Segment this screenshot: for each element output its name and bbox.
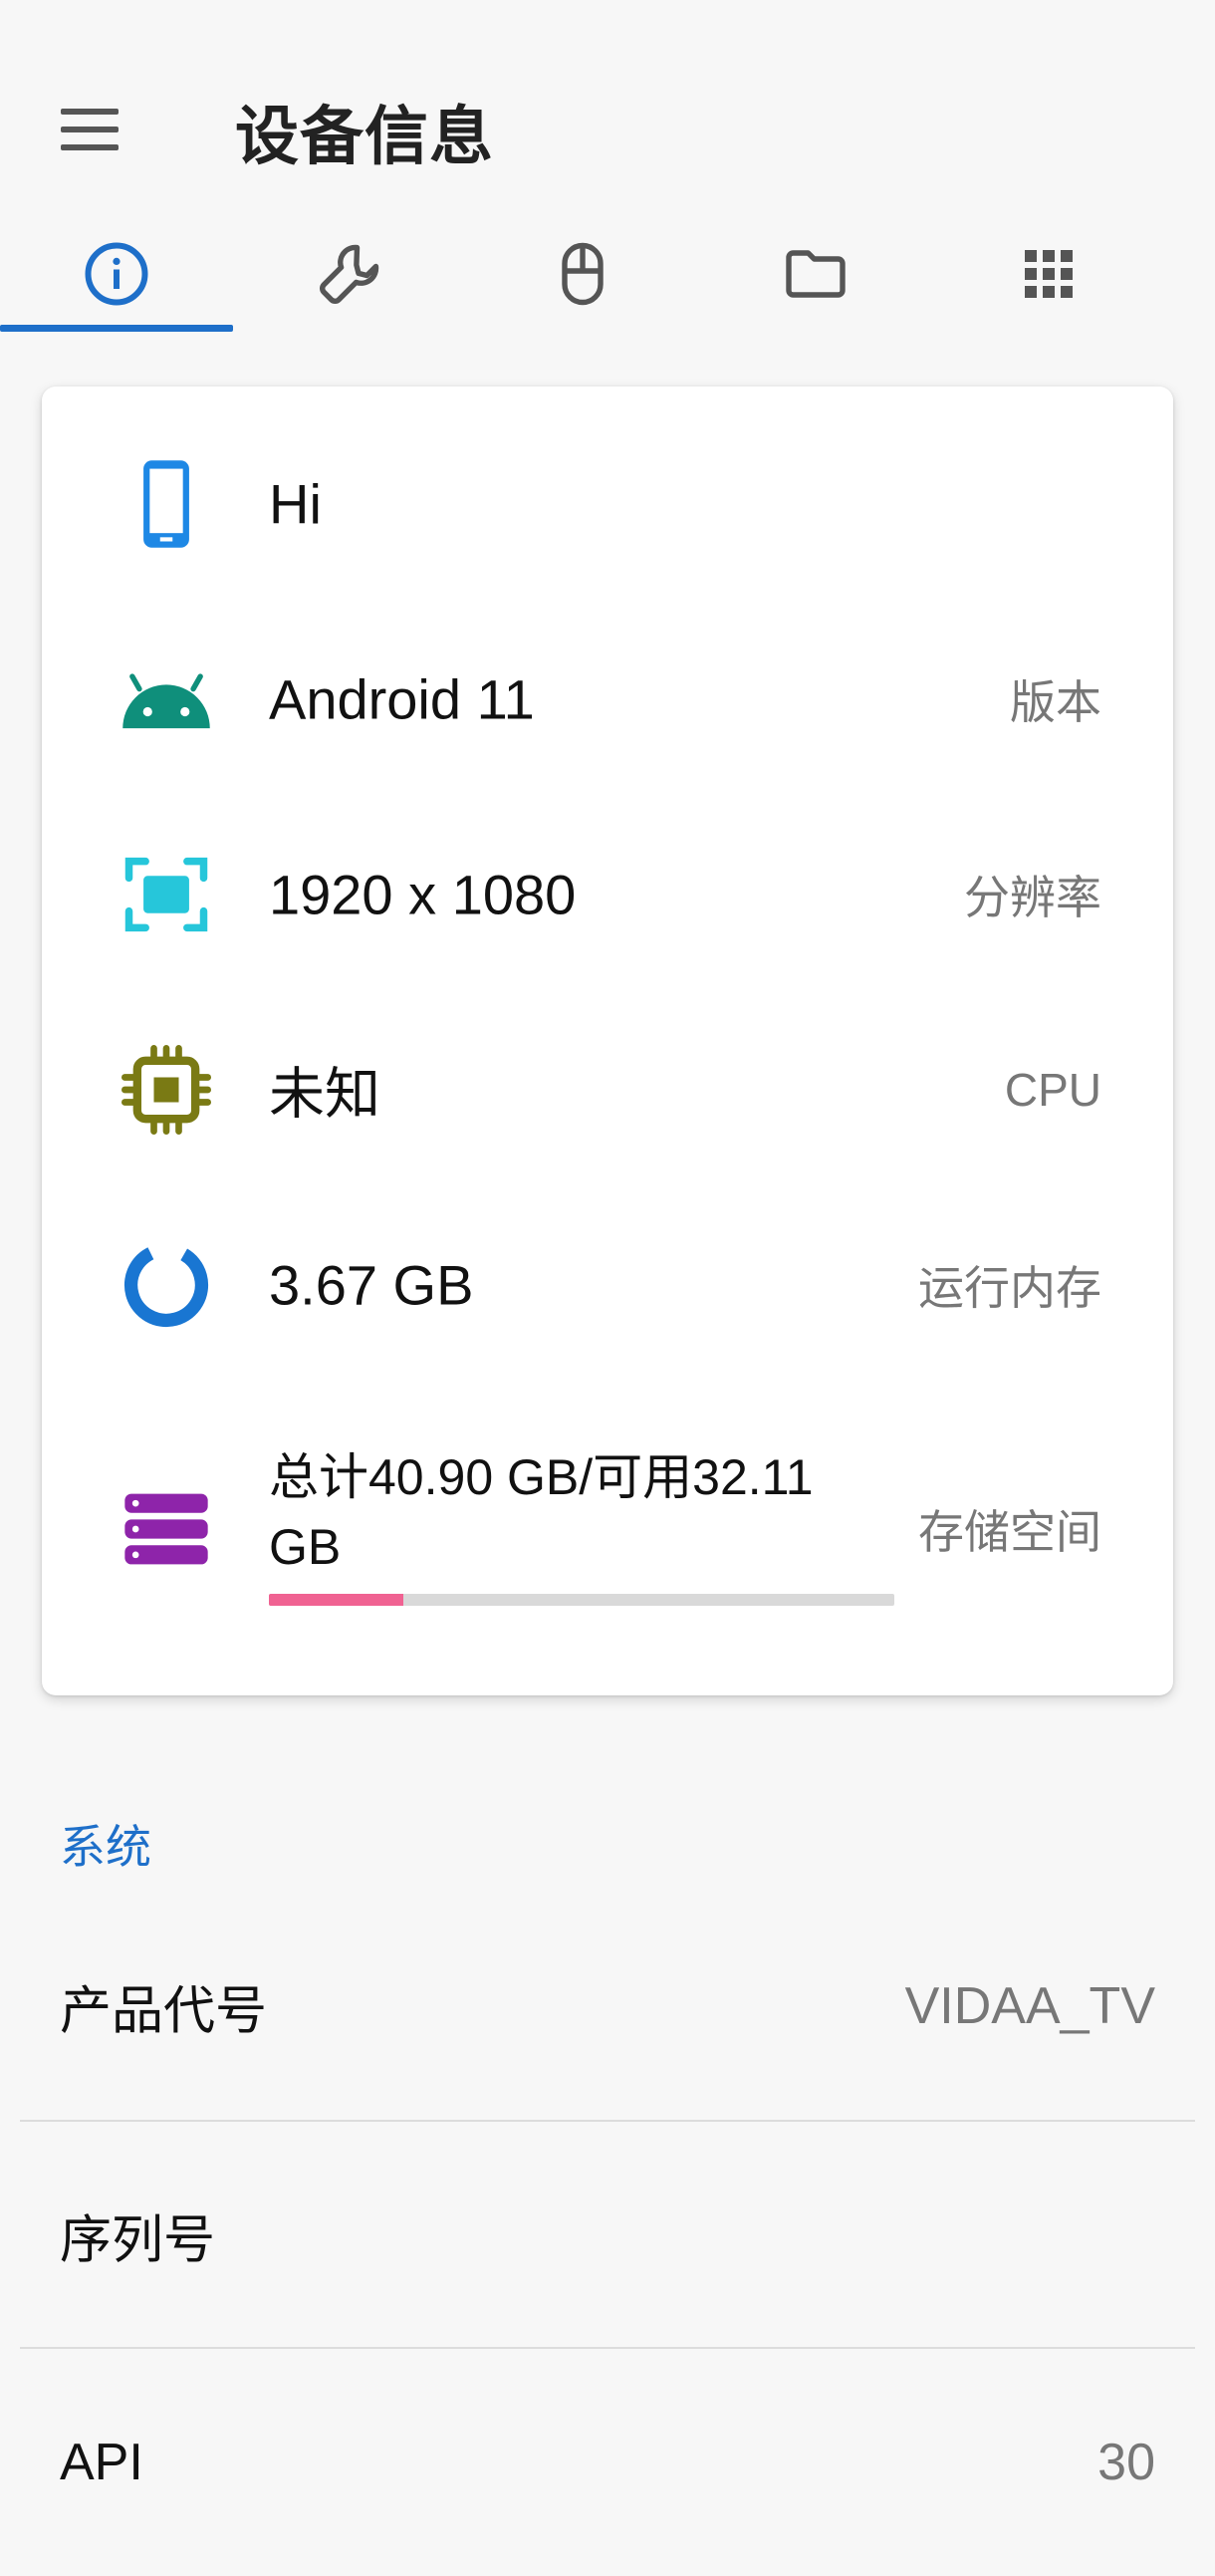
product-code-value: VIDAA_TV (904, 1977, 1155, 2035)
list-item-product-code[interactable]: 产品代号 VIDAA_TV (0, 1893, 1215, 2120)
grid-icon (1025, 250, 1073, 298)
section-title-system: 系统 (60, 1821, 151, 1873)
tab-apps[interactable] (932, 209, 1165, 339)
chip-icon (112, 1035, 221, 1145)
api-key: API (60, 2434, 143, 2491)
wrench-icon (320, 244, 379, 304)
app-bar: 设备信息 (0, 0, 1215, 199)
ram-label: 运行内存 (918, 1262, 1101, 1314)
menu-icon (61, 109, 119, 150)
phone-icon (112, 449, 221, 559)
version-label: 版本 (1010, 676, 1101, 728)
android-icon (112, 644, 221, 754)
storage-progress-bar (269, 1594, 894, 1606)
mouse-icon (562, 242, 604, 306)
list-item-api[interactable]: API 30 (0, 2349, 1215, 2576)
tab-tools[interactable] (233, 209, 466, 339)
cpu-value: 未知 (269, 1062, 380, 1126)
tab-mouse[interactable] (466, 209, 699, 339)
tab-bar (0, 209, 1215, 339)
api-value: 30 (1097, 2434, 1155, 2491)
device-name-row[interactable]: Hi (42, 406, 1173, 602)
cpu-label: CPU (1004, 1064, 1101, 1116)
serial-number-key: 序列号 (60, 2211, 216, 2270)
ram-value: 3.67 GB (269, 1253, 474, 1317)
tab-info[interactable] (0, 209, 233, 339)
resolution-label: 分辨率 (964, 872, 1101, 923)
ring-icon (112, 1230, 221, 1340)
resolution-value: 1920 x 1080 (269, 863, 577, 926)
resolution-row[interactable]: 1920 x 1080 分辨率 (42, 797, 1173, 992)
tab-files[interactable] (699, 209, 932, 339)
tab-indicator (0, 325, 233, 332)
menu-button[interactable] (40, 90, 139, 169)
folder-icon (786, 250, 846, 298)
storage-row[interactable]: 总计40.90 GB/可用32.11 GB 存储空间 (42, 1383, 1173, 1675)
device-summary-card: Hi Android 11 版本 1920 x 1080 分辨率 未知 CPU … (42, 386, 1173, 1695)
screen-icon (112, 840, 221, 949)
page-title: 设备信息 (235, 101, 494, 172)
version-row[interactable]: Android 11 版本 (42, 602, 1173, 797)
ram-row[interactable]: 3.67 GB 运行内存 (42, 1187, 1173, 1383)
storage-label: 存储空间 (918, 1506, 1101, 1558)
storage-progress-fill (269, 1594, 404, 1606)
version-value: Android 11 (269, 667, 535, 731)
list-item-serial-number[interactable]: 序列号 (0, 2122, 1215, 2349)
cpu-row[interactable]: 未知 CPU (42, 992, 1173, 1187)
device-name-value: Hi (269, 472, 322, 536)
storage-value: 总计40.90 GB/可用32.11 GB (269, 1449, 814, 1575)
storage-icon (112, 1474, 221, 1584)
product-code-key: 产品代号 (60, 1982, 268, 2041)
info-icon (85, 242, 148, 306)
